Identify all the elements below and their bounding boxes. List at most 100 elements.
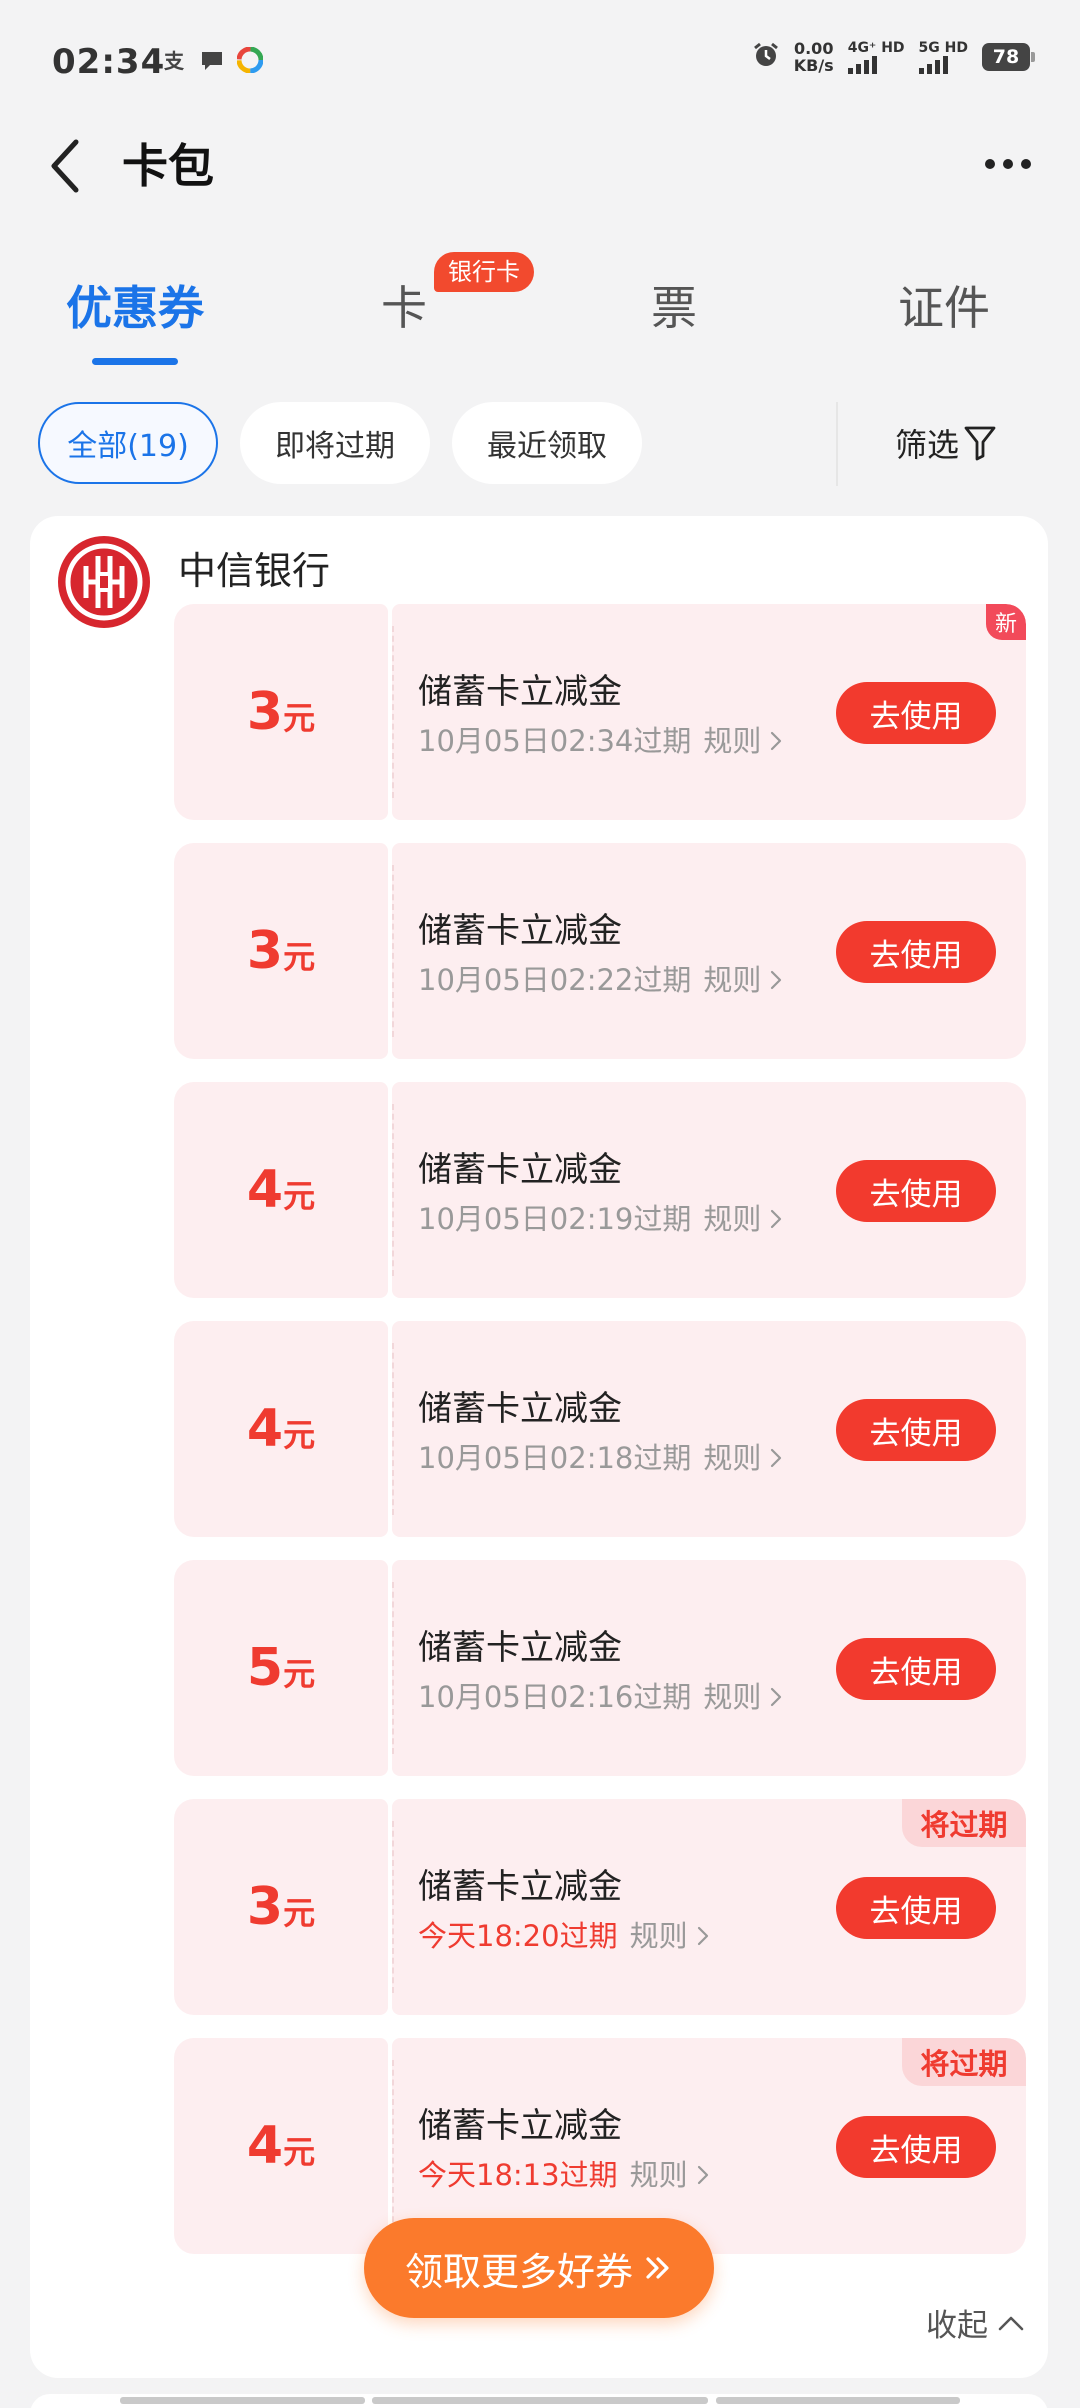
back-button[interactable] [46, 132, 86, 202]
more-options-button[interactable] [978, 144, 1038, 184]
coupon-rules-link[interactable]: 规则 [703, 1441, 787, 1475]
coupon-amount-unit: 元 [283, 1894, 316, 1932]
rules-label: 规则 [703, 724, 762, 758]
coupon-item[interactable]: 5元 储蓄卡立减金 10月05日02:16过期 规则 去使用 [174, 1560, 1026, 1776]
coupon-expiry: 10月05日02:22过期 [418, 963, 692, 997]
svg-text:支: 支 [164, 49, 185, 73]
coupon-amount: 5元 [247, 1638, 315, 1698]
coupon-rules-link[interactable]: 规则 [630, 1919, 714, 1953]
coupon-meta: 今天18:13过期 规则 [418, 2152, 714, 2194]
coupon-amount-number: 3 [246, 1877, 284, 1937]
coupon-amount-area: 3元 [174, 1799, 388, 2015]
coupon-detail: 储蓄卡立减金 10月05日02:16过期 规则 去使用 [392, 1560, 1026, 1776]
use-coupon-button[interactable]: 去使用 [836, 1877, 996, 1939]
coupon-item[interactable]: 3元 储蓄卡立减金 10月05日02:22过期 规则 去使用 [174, 843, 1026, 1059]
coupon-title: 储蓄卡立减金 [418, 1389, 622, 1429]
use-coupon-button[interactable]: 去使用 [836, 1160, 996, 1222]
filter-button[interactable]: 筛选 [895, 420, 997, 466]
chevron-left-icon [51, 139, 79, 193]
coupon-item[interactable]: 4元 储蓄卡立减金 10月05日02:18过期 规则 去使用 [174, 1321, 1026, 1537]
use-coupon-button[interactable]: 去使用 [836, 1638, 996, 1700]
rules-label: 规则 [629, 1919, 688, 1953]
get-more-coupons-button[interactable]: 领取更多好券 [364, 2218, 714, 2318]
chevron-right-icon [771, 731, 782, 751]
dot-icon [1003, 159, 1013, 169]
coupon-rules-link[interactable]: 规则 [703, 1202, 787, 1236]
coupon-title: 储蓄卡立减金 [418, 2106, 622, 2146]
use-coupon-button[interactable]: 去使用 [836, 2116, 996, 2178]
collapse-button[interactable]: 收起 [926, 2300, 1026, 2345]
coupon-item[interactable]: 4元 储蓄卡立减金 10月05日02:19过期 规则 去使用 [174, 1082, 1026, 1298]
coupon-meta: 10月05日02:22过期 规则 [418, 957, 787, 999]
coupon-rules-link[interactable]: 规则 [630, 2158, 714, 2192]
coupon-item[interactable]: 3元 新储蓄卡立减金 10月05日02:34过期 规则 去使用 [174, 604, 1026, 820]
tab-bar: 优惠券 卡 银行卡 票 证件 [0, 252, 1080, 372]
divider [836, 402, 838, 486]
signal-label: 4G⁺ HD [847, 40, 905, 56]
coupon-rules-link[interactable]: 规则 [703, 1680, 787, 1714]
chevron-right-icon [697, 1926, 708, 1946]
filter-chip-expiring[interactable]: 即将过期 [240, 402, 430, 484]
tab-tickets[interactable]: 票 [651, 272, 697, 338]
coupon-item[interactable]: 3元 将过期储蓄卡立减金今天18:20过期 规则 去使用 [174, 1799, 1026, 2015]
coupon-rules-link[interactable]: 规则 [703, 724, 787, 758]
coupon-title: 储蓄卡立减金 [418, 911, 622, 951]
expiring-tag: 将过期 [902, 1799, 1026, 1847]
expiring-tag: 将过期 [902, 2038, 1026, 2086]
filter-chip-recent[interactable]: 最近领取 [452, 402, 642, 484]
coupon-expiry: 今天18:13过期 [418, 2158, 618, 2192]
coupon-amount: 3元 [247, 682, 315, 742]
network-speed: 0.00 KB/s [794, 40, 834, 74]
coupon-detail: 储蓄卡立减金 10月05日02:19过期 规则 去使用 [392, 1082, 1026, 1298]
coupon-detail: 储蓄卡立减金 10月05日02:18过期 规则 去使用 [392, 1321, 1026, 1537]
collapse-label: 收起 [926, 2308, 988, 2344]
tab-documents[interactable]: 证件 [898, 272, 990, 338]
citic-bank-logo [56, 534, 152, 630]
coupon-amount-number: 3 [246, 682, 284, 742]
coupon-detail: 新储蓄卡立减金 10月05日02:34过期 规则 去使用 [392, 604, 1026, 820]
coupon-amount-unit: 元 [283, 2133, 316, 2171]
tab-coupons[interactable]: 优惠券 [66, 272, 204, 338]
rules-label: 规则 [703, 1441, 762, 1475]
dot-icon [985, 159, 995, 169]
system-status: 0.00 KB/s 4G⁺ HD 5G HD 78 [752, 40, 1035, 74]
coupon-meta: 10月05日02:34过期 规则 [418, 718, 787, 760]
filter-label: 筛选 [895, 426, 960, 464]
coupon-title: 储蓄卡立减金 [418, 1628, 622, 1668]
coupon-title: 储蓄卡立减金 [418, 1867, 622, 1907]
coupon-amount-area: 4元 [174, 1082, 388, 1298]
coupon-expiry: 10月05日02:19过期 [418, 1202, 692, 1236]
use-coupon-button[interactable]: 去使用 [836, 682, 996, 744]
use-coupon-button[interactable]: 去使用 [836, 921, 996, 983]
coupon-amount-number: 4 [246, 1160, 284, 1220]
rules-label: 规则 [703, 1202, 762, 1236]
coupon-meta: 10月05日02:16过期 规则 [418, 1674, 787, 1716]
coupon-amount-area: 5元 [174, 1560, 388, 1776]
network-speed-unit: KB/s [793, 56, 834, 75]
page-title: 卡包 [122, 139, 214, 193]
signal-sim1: 4G⁺ HD [847, 40, 905, 74]
tab-cards[interactable]: 卡 [381, 272, 427, 338]
colorful-app-icon [236, 46, 264, 74]
coupon-meta: 今天18:20过期 规则 [418, 1913, 714, 1955]
battery-icon: 78 [982, 43, 1035, 71]
title-bar: 卡包 [0, 124, 1080, 234]
rules-label: 规则 [703, 963, 762, 997]
message-icon [198, 46, 226, 74]
coupon-meta: 10月05日02:18过期 规则 [418, 1435, 787, 1477]
coupon-amount-unit: 元 [283, 938, 316, 976]
coupon-title: 储蓄卡立减金 [418, 672, 622, 712]
filter-chip-all[interactable]: 全部(19) [38, 402, 218, 484]
use-coupon-button[interactable]: 去使用 [836, 1399, 996, 1461]
chevron-right-icon [771, 1448, 782, 1468]
coupon-rules-link[interactable]: 规则 [703, 963, 787, 997]
coupon-amount: 4元 [247, 1399, 315, 1459]
clock: 02:34 [52, 42, 166, 82]
chevron-up-icon [998, 2316, 1024, 2330]
coupon-expiry: 今天18:20过期 [418, 1919, 618, 1953]
coupon-amount: 4元 [247, 2116, 315, 2176]
coupon-amount-area: 3元 [174, 843, 388, 1059]
network-speed-value: 0.00 [793, 39, 834, 58]
double-chevron-right-icon [646, 2257, 669, 2279]
chevron-right-icon [771, 1209, 782, 1229]
